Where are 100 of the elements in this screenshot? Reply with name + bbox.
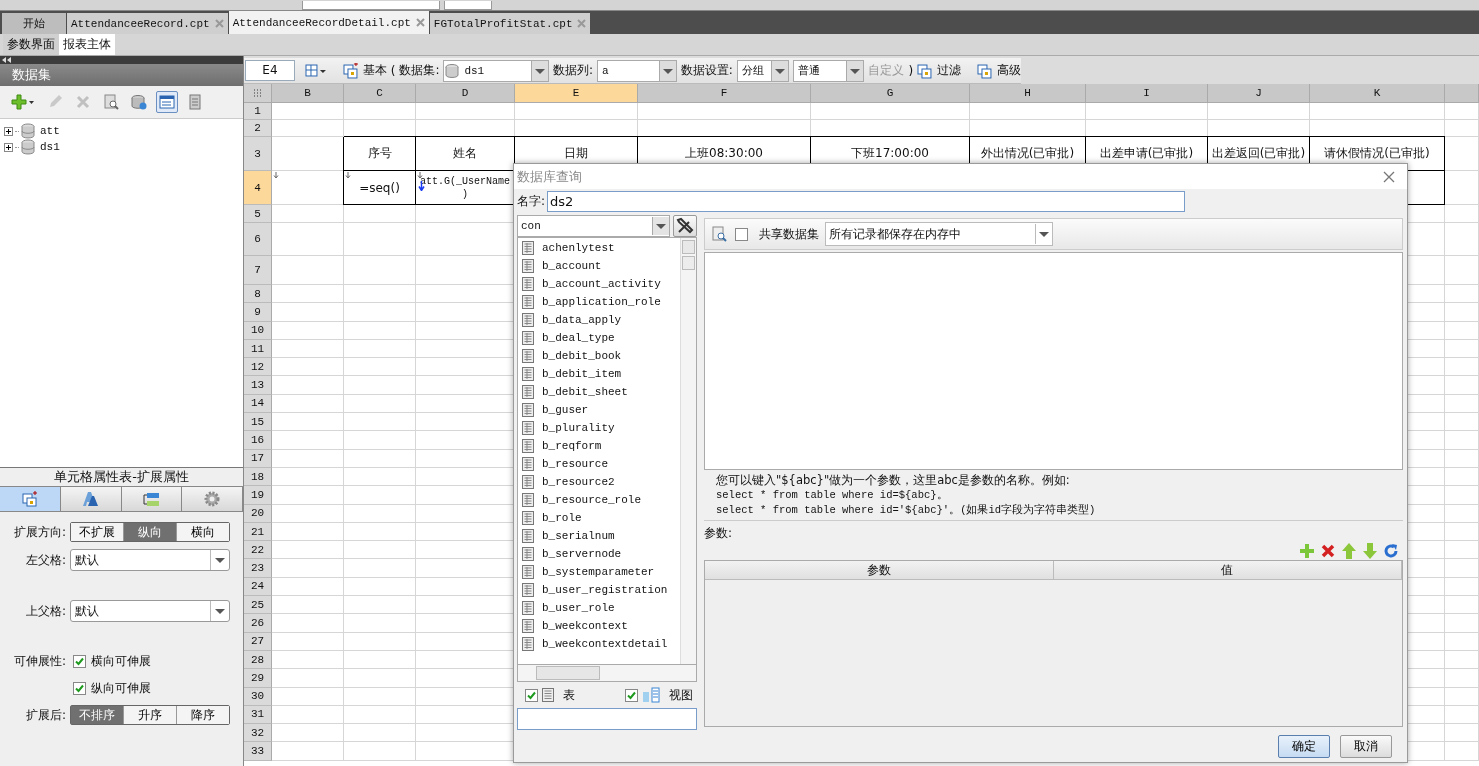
vertical-scrollbar[interactable] bbox=[680, 238, 696, 664]
tools-button[interactable] bbox=[673, 215, 697, 237]
row-header[interactable]: 7 bbox=[244, 256, 272, 285]
table-cell[interactable] bbox=[344, 614, 416, 633]
tree-item[interactable]: ds1 bbox=[40, 141, 60, 153]
column-header[interactable]: 值 bbox=[1053, 561, 1402, 579]
table-cell[interactable] bbox=[344, 669, 416, 688]
cache-mode-dropdown[interactable]: 所有记录都保存在内存中 bbox=[825, 222, 1053, 246]
table-cell[interactable] bbox=[1445, 577, 1479, 597]
dropdown-field[interactable]: 默认 bbox=[70, 549, 230, 571]
view-tab[interactable]: 报表主体 bbox=[59, 34, 115, 55]
table-cell[interactable] bbox=[638, 103, 811, 120]
table-cell[interactable] bbox=[344, 285, 416, 304]
table-cell[interactable] bbox=[1445, 339, 1479, 359]
row-header[interactable]: 32 bbox=[244, 724, 272, 743]
table-cell[interactable] bbox=[344, 358, 416, 377]
table-cell[interactable] bbox=[272, 223, 344, 256]
table-cell[interactable] bbox=[344, 431, 416, 450]
table-cell[interactable] bbox=[344, 541, 416, 560]
dropdown-field[interactable]: 默认 bbox=[70, 600, 230, 622]
table-list-item[interactable]: b_account_activity bbox=[542, 278, 661, 290]
name-field[interactable]: ds2 bbox=[547, 190, 1186, 212]
table-cell[interactable] bbox=[272, 467, 344, 487]
row-header[interactable]: 15 bbox=[244, 413, 272, 432]
table-cell[interactable] bbox=[1445, 669, 1479, 688]
row-header[interactable]: 16 bbox=[244, 431, 272, 450]
table-cell[interactable] bbox=[272, 632, 344, 651]
table-cell[interactable] bbox=[344, 339, 416, 359]
toolbar-label[interactable]: 高级 bbox=[997, 62, 1021, 79]
table-list-item[interactable]: b_guser bbox=[542, 404, 589, 416]
table-list-item[interactable]: b_plurality bbox=[542, 422, 615, 434]
table-cell[interactable] bbox=[344, 650, 416, 670]
filter-icon[interactable] bbox=[917, 62, 934, 79]
document-tab[interactable]: FGTotalProfitStat.cpt bbox=[429, 13, 591, 34]
table-cell[interactable] bbox=[272, 103, 344, 120]
table-cell[interactable] bbox=[344, 413, 416, 432]
table-cell[interactable] bbox=[344, 632, 416, 651]
table-cell[interactable] bbox=[272, 577, 344, 597]
table-cell[interactable] bbox=[344, 705, 416, 725]
connection-dropdown[interactable]: con bbox=[517, 215, 670, 237]
table-list-item[interactable]: b_servernode bbox=[542, 548, 622, 560]
table-cell[interactable] bbox=[344, 376, 416, 395]
table-cell[interactable] bbox=[272, 559, 344, 578]
checkbox[interactable] bbox=[73, 681, 86, 695]
table-cell[interactable]: =seq() bbox=[344, 171, 416, 205]
table-list-item[interactable]: b_user_role bbox=[542, 602, 615, 614]
view-tab[interactable]: 参数界面 bbox=[3, 34, 59, 55]
table-list-item[interactable]: b_debit_book bbox=[542, 350, 622, 362]
border-style-icon[interactable] bbox=[304, 63, 327, 78]
document-tab[interactable]: AttendanceeRecordDetail.cpt bbox=[228, 11, 429, 34]
table-cell[interactable] bbox=[344, 449, 416, 468]
property-tab[interactable] bbox=[60, 487, 122, 511]
table-cell[interactable] bbox=[1445, 431, 1479, 450]
table-cell[interactable] bbox=[272, 431, 344, 450]
table-cell[interactable] bbox=[1445, 394, 1479, 414]
toolbar-label[interactable]: 基本 bbox=[362, 62, 387, 79]
table-cell[interactable] bbox=[272, 650, 344, 670]
row-header[interactable]: 5 bbox=[244, 205, 272, 223]
close-icon[interactable] bbox=[214, 19, 224, 28]
table-cell[interactable] bbox=[344, 724, 416, 743]
table-cell[interactable] bbox=[1445, 687, 1479, 706]
table-cell[interactable] bbox=[272, 449, 344, 468]
row-header[interactable]: 13 bbox=[244, 376, 272, 395]
row-header[interactable]: 33 bbox=[244, 742, 272, 761]
column-header[interactable]: K bbox=[1310, 84, 1445, 103]
segment-option[interactable]: 不排序 bbox=[71, 706, 124, 724]
table-cell[interactable] bbox=[1208, 103, 1310, 120]
table-cell[interactable] bbox=[1445, 705, 1479, 725]
horizontal-scrollbar[interactable] bbox=[517, 664, 697, 682]
table-cell[interactable] bbox=[1445, 522, 1479, 542]
table-cell[interactable] bbox=[1445, 614, 1479, 633]
table-cell[interactable] bbox=[1445, 504, 1479, 523]
table-cell[interactable] bbox=[272, 522, 344, 542]
property-tab[interactable] bbox=[0, 487, 61, 511]
column-dropdown[interactable]: a bbox=[597, 59, 677, 82]
table-cell[interactable] bbox=[272, 205, 344, 223]
row-header[interactable]: 19 bbox=[244, 486, 272, 505]
checkbox-label[interactable]: 视图 bbox=[669, 686, 693, 704]
toolbar-label[interactable]: 过滤 bbox=[937, 62, 962, 79]
column-header[interactable]: C bbox=[344, 84, 416, 103]
cancel-button[interactable]: 取消 bbox=[1340, 734, 1392, 758]
add-icon[interactable] bbox=[1299, 543, 1315, 559]
table-list-item[interactable]: b_weekcontextdetail bbox=[542, 638, 668, 650]
table-cell[interactable] bbox=[1445, 137, 1479, 171]
table-cell[interactable] bbox=[272, 541, 344, 560]
table-cell[interactable] bbox=[344, 321, 416, 340]
table-cell[interactable] bbox=[1445, 724, 1479, 743]
row-header[interactable]: 23 bbox=[244, 559, 272, 578]
table-list-item[interactable]: b_data_apply bbox=[542, 314, 622, 326]
expand-icon[interactable] bbox=[4, 126, 13, 136]
table-cell[interactable] bbox=[344, 504, 416, 523]
table-cell[interactable] bbox=[1445, 413, 1479, 432]
checkbox-label[interactable]: 横向可伸展 bbox=[91, 652, 151, 670]
checkbox[interactable] bbox=[625, 688, 638, 702]
setting-dropdown[interactable]: 分组 bbox=[736, 59, 789, 82]
table-cell[interactable] bbox=[1445, 223, 1479, 256]
table-list-item[interactable]: b_resource2 bbox=[542, 476, 615, 488]
table-cell[interactable] bbox=[272, 339, 344, 359]
table-cell[interactable] bbox=[344, 256, 416, 285]
table-cell[interactable] bbox=[416, 103, 515, 120]
